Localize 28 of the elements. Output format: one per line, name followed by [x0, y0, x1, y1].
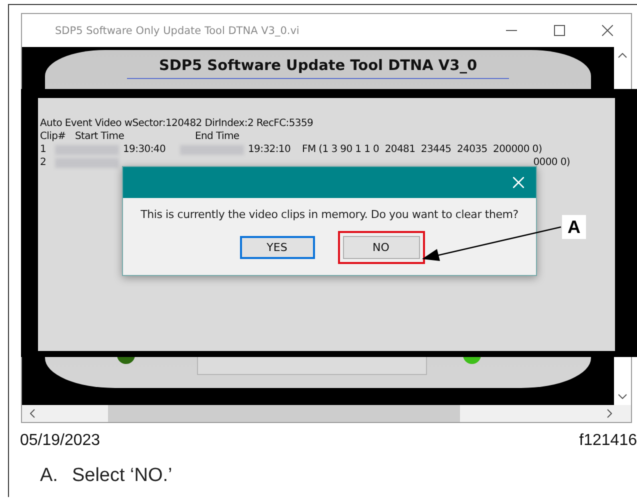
app-heading: SDP5 Software Update Tool DTNA V3_0 [158, 58, 478, 74]
dialog-button[interactable]: YES [240, 236, 314, 259]
clip-number: 2 [40, 156, 46, 169]
column-header: Clip# [40, 130, 66, 143]
date-text: 05/19/2023 [20, 432, 100, 450]
minimize-icon[interactable] [506, 30, 516, 31]
window-title: SDP5 Software Only Update Tool DTNA V3_0.vi [55, 24, 300, 36]
dialog-button[interactable]: NO [342, 236, 420, 259]
column-header: Start Time [75, 130, 124, 143]
callout-label: A [562, 215, 586, 239]
step-text: Select ‘NO.’ [72, 465, 172, 487]
clip-info: FM (1 3 90 1 1 0 20481 23445 24035 200000 0) [302, 143, 542, 156]
column-header: End Time [195, 130, 240, 143]
scroll-up-icon[interactable] [618, 53, 627, 58]
dialog-message: This is currently the video clips in memory. Do you want to clear them? [140, 208, 520, 221]
start-time: 19:30:40 [123, 143, 166, 156]
scroll-right-icon[interactable] [607, 409, 612, 418]
clip-info: 0000 0) [533, 156, 570, 169]
scroll-down-icon[interactable] [618, 394, 627, 399]
clip-number: 1 [40, 143, 46, 156]
end-time: 19:32:10 [248, 143, 291, 156]
figure-id: f121416 [579, 432, 637, 450]
log-summary: Auto Event Video wSector:120482 DirIndex:2 RecFC:5359 [40, 117, 314, 130]
maximize-icon[interactable] [554, 25, 564, 36]
step-marker: A. [40, 465, 58, 487]
horizontal-scrollbar[interactable] [22, 405, 631, 422]
scroll-left-icon[interactable] [30, 409, 35, 418]
close-icon[interactable] [602, 25, 612, 36]
